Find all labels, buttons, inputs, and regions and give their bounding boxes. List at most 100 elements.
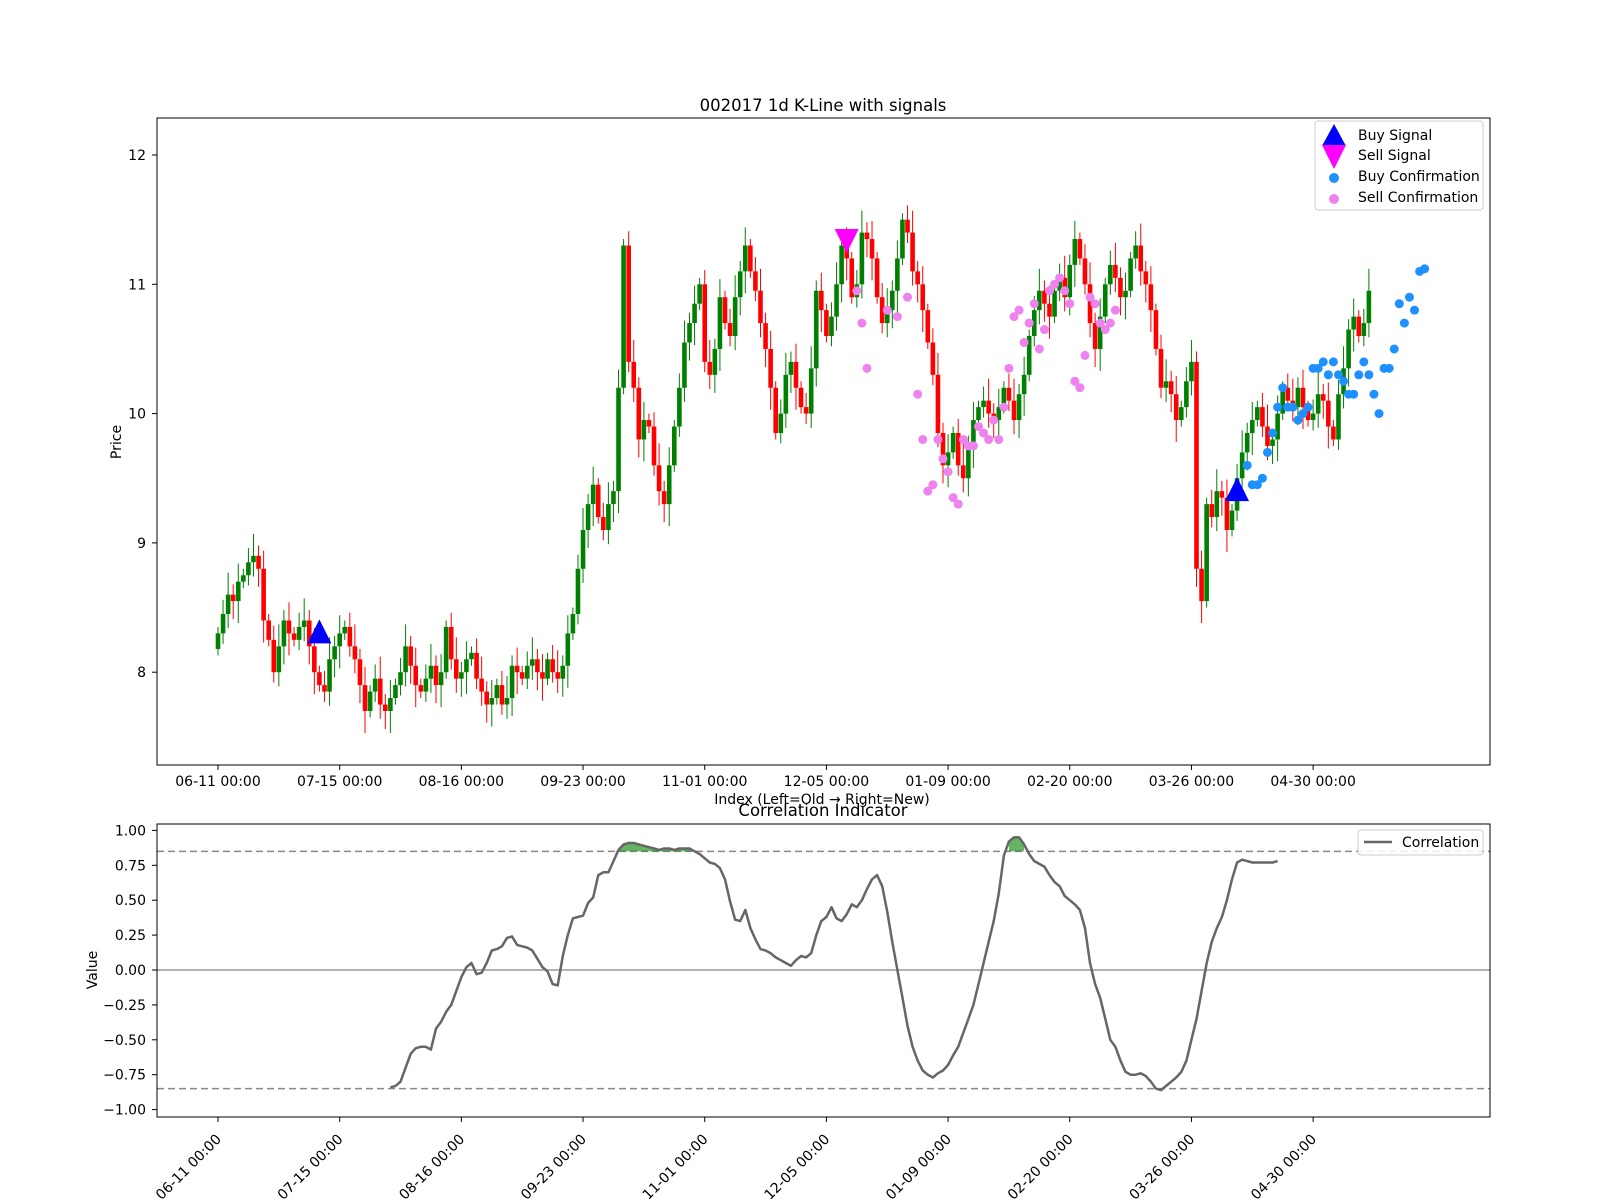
candle-body	[773, 387, 778, 433]
candle-body	[1163, 381, 1169, 388]
sell-confirmation-point	[892, 312, 902, 322]
candle-body	[1011, 400, 1017, 421]
correlation-y-tick-label: 0.50	[115, 893, 146, 909]
candle-body	[377, 678, 383, 705]
price-y-tick-label: 10	[128, 407, 146, 423]
candle-body	[261, 568, 266, 621]
sell-confirmation-point	[933, 434, 943, 444]
candle-body	[697, 284, 702, 304]
price-y-tick-label: 11	[128, 277, 146, 293]
candle-body	[1315, 394, 1321, 414]
sell-confirmation-point	[1034, 344, 1044, 354]
price-y-tick-label: 9	[137, 536, 146, 552]
candle-body	[337, 633, 342, 647]
buy-confirmation-point	[1420, 264, 1430, 274]
candle-body	[469, 652, 474, 660]
price-x-tick-label: 06-11 00:00	[175, 774, 260, 790]
candle-body	[388, 698, 393, 711]
candle-body	[732, 297, 738, 337]
candle-body	[372, 678, 378, 692]
candle-body	[499, 685, 505, 705]
candle-body	[824, 310, 829, 337]
candle-body	[1255, 407, 1260, 421]
candle-body	[783, 374, 789, 414]
candle-body	[1265, 426, 1270, 446]
candle-body	[1102, 284, 1108, 317]
candle-body	[1229, 510, 1235, 530]
candle-body	[925, 310, 931, 343]
candle-body	[1118, 277, 1123, 298]
candle-body	[960, 465, 966, 479]
candle-body	[900, 219, 905, 259]
candle-body	[1194, 361, 1199, 569]
buy-confirmation-point	[1257, 473, 1267, 483]
buy-confirmation-point	[1354, 370, 1364, 380]
candle-body	[829, 316, 834, 337]
buy-confirmation-point	[1399, 318, 1409, 328]
buy-confirmation-point	[1323, 370, 1333, 380]
candle-body	[352, 646, 358, 660]
sell-confirmation-legend-icon	[1329, 194, 1339, 204]
candle-body	[641, 420, 647, 440]
candle-body	[1047, 303, 1052, 317]
candle-body	[1082, 258, 1088, 285]
legend-sell-signal: Sell Signal	[1358, 148, 1431, 164]
candle-body	[1209, 504, 1215, 518]
candle-body	[920, 284, 926, 311]
candle-body	[433, 665, 439, 686]
candle-body	[666, 465, 672, 505]
candle-body	[464, 659, 469, 673]
sell-confirmation-point	[1055, 273, 1065, 283]
correlation-y-tick-label: −0.75	[103, 1068, 146, 1084]
correlation-y-label: Value	[85, 951, 101, 989]
candle-body	[1189, 361, 1194, 382]
correlation-x-tick-label: 04-30 00:00	[1248, 1132, 1320, 1200]
candle-body	[778, 413, 784, 433]
price-x-tick-label: 03-26 00:00	[1149, 774, 1234, 790]
candles	[215, 205, 1372, 733]
candle-body	[1219, 491, 1225, 498]
buy-confirmation-point	[1394, 299, 1404, 309]
legend-correlation: Correlation	[1402, 835, 1479, 851]
candle-body	[459, 672, 464, 679]
sell-confirmation-point	[1065, 299, 1075, 309]
candle-body	[256, 555, 261, 569]
sell-confirmation-point	[943, 467, 953, 477]
candle-body	[428, 665, 434, 679]
candle-body	[403, 646, 408, 673]
figure-canvas: 002017 1d K-Line with signals 8 9 10 11 12 06…	[85, 96, 1491, 1200]
price-y-tick-label: 12	[128, 148, 146, 164]
candle-body	[1351, 316, 1356, 330]
candle-body	[1113, 264, 1118, 278]
candle-body	[1366, 290, 1372, 324]
buy-confirmation-point	[1339, 376, 1349, 386]
candle-body	[519, 672, 525, 679]
candle-body	[656, 465, 662, 492]
candle-body	[535, 659, 540, 673]
candle-body	[672, 426, 677, 466]
sell-confirmation-point	[862, 363, 872, 373]
candle-body	[976, 407, 981, 421]
correlation-y-tick-label: −0.50	[103, 1033, 146, 1049]
candle-body	[514, 665, 520, 673]
candle-body	[1199, 568, 1204, 602]
candle-body	[869, 239, 875, 259]
candle-body	[423, 678, 429, 692]
candle-body	[1092, 323, 1098, 349]
candle-body	[1336, 394, 1341, 440]
sell-confirmation-point	[989, 415, 999, 425]
correlation-chart: Correlation Indicator 1.00 0.75 0.50 0.25 0.…	[85, 801, 1491, 1200]
buy-confirmation-point	[1364, 370, 1374, 380]
sell-confirmation-point	[918, 434, 928, 444]
sell-confirmation-point	[852, 286, 862, 296]
candle-body	[580, 529, 586, 569]
candle-body	[484, 691, 490, 705]
sell-confirmation-point	[928, 480, 938, 490]
sell-confirmation-point	[994, 434, 1004, 444]
sell-confirmation-point	[1090, 299, 1100, 309]
sell-confirmation-point	[1004, 363, 1014, 373]
correlation-x-tick-label: 11-01 00:00	[640, 1132, 712, 1200]
candle-body	[1021, 374, 1027, 395]
candle-body	[357, 659, 363, 686]
candle-body	[575, 568, 581, 615]
